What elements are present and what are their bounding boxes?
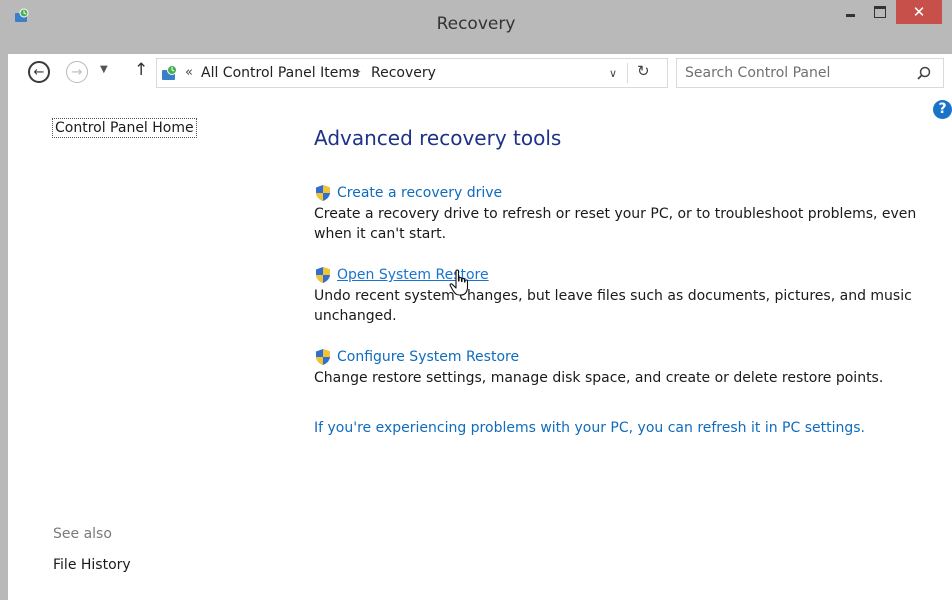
maximize-button[interactable] <box>866 0 894 24</box>
navigation-toolbar: ← → ▼ ↑ « All Control Panel Items ▸ Reco… <box>8 54 952 92</box>
page-title: Advanced recovery tools <box>314 126 562 150</box>
minimize-icon <box>845 13 855 17</box>
address-dropdown-icon[interactable]: ∨ <box>609 67 617 80</box>
search-icon[interactable] <box>915 65 933 83</box>
task-link-label[interactable]: Create a recovery drive <box>337 185 502 201</box>
control-panel-home-link[interactable]: Control Panel Home <box>52 118 197 138</box>
recent-locations-button[interactable]: ▼ <box>100 64 108 75</box>
up-button[interactable]: ↑ <box>134 60 148 80</box>
file-history-link[interactable]: File History <box>53 557 131 573</box>
refresh-pc-settings-link[interactable]: If you're experiencing problems with you… <box>314 420 865 436</box>
back-arrow-icon: ← <box>33 64 45 80</box>
configure-system-restore-link[interactable]: Configure System Restore <box>314 346 924 368</box>
up-arrow-icon: ↑ <box>134 60 149 80</box>
hand-cursor-icon <box>449 269 469 296</box>
chevron-down-icon: ▼ <box>100 64 108 75</box>
search-input[interactable] <box>685 63 905 83</box>
minimize-button[interactable] <box>836 0 864 24</box>
see-also-heading: See also <box>53 526 112 542</box>
address-divider <box>627 63 628 83</box>
recovery-window: Recovery ✕ ← → ▼ ↑ « All Control Panel I… <box>0 0 952 600</box>
uac-shield-icon <box>316 185 330 201</box>
close-button[interactable]: ✕ <box>896 0 942 24</box>
close-icon: ✕ <box>912 2 926 21</box>
back-button[interactable]: ← <box>28 61 50 83</box>
address-bar[interactable]: « All Control Panel Items ▸ Recovery ∨ ↻ <box>156 58 668 88</box>
task-description: Create a recovery drive to refresh or re… <box>314 206 917 242</box>
create-recovery-drive-link[interactable]: Create a recovery drive <box>314 182 924 204</box>
address-overflow-chevron[interactable]: « <box>185 65 193 80</box>
breadcrumb-all-control-panel-items[interactable]: All Control Panel Items <box>201 65 359 81</box>
task-description: Undo recent system changes, but leave fi… <box>314 288 912 324</box>
window-title: Recovery <box>436 14 516 34</box>
breadcrumb-separator-icon[interactable]: ▸ <box>356 67 361 77</box>
content-pane: ? Control Panel Home Advanced recovery t… <box>8 92 952 600</box>
control-panel-icon <box>162 65 177 80</box>
task-configure-system-restore: Configure System Restore Change restore … <box>314 346 924 388</box>
uac-shield-icon <box>316 267 330 283</box>
uac-shield-icon <box>316 349 330 365</box>
open-system-restore-link[interactable]: Open System Restore <box>314 264 924 286</box>
maximize-icon <box>874 6 886 18</box>
refresh-icon[interactable]: ↻ <box>637 62 650 80</box>
task-create-recovery-drive: Create a recovery drive Create a recover… <box>314 182 924 244</box>
task-open-system-restore: Open System Restore Undo recent system c… <box>314 264 924 326</box>
title-bar[interactable]: Recovery ✕ <box>0 0 952 54</box>
forward-button[interactable]: → <box>66 61 88 83</box>
task-link-label[interactable]: Configure System Restore <box>337 349 519 365</box>
search-box[interactable] <box>676 58 944 88</box>
forward-arrow-icon: → <box>71 64 83 80</box>
help-icon[interactable]: ? <box>933 100 952 119</box>
breadcrumb-recovery[interactable]: Recovery <box>371 65 436 81</box>
task-description: Change restore settings, manage disk spa… <box>314 370 884 386</box>
